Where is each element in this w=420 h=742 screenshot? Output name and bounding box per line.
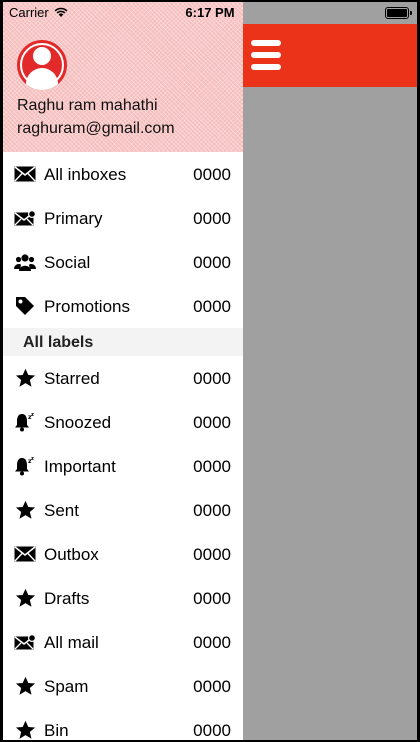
- menu-item-all-inboxes[interactable]: All inboxes 0000: [3, 152, 243, 196]
- menu-item-label: Primary: [44, 209, 103, 228]
- user-name: Raghu ram mahathi: [17, 97, 158, 114]
- status-bar: Carrier 6:17 PM: [3, 2, 417, 24]
- battery-icon: [385, 7, 412, 19]
- menu-item-count: 0000: [193, 297, 231, 316]
- menu-item-social[interactable]: Social 0000: [3, 240, 243, 284]
- menu-item-label: Starred: [44, 369, 100, 388]
- menu-item-spam[interactable]: Spam 0000: [3, 664, 243, 708]
- menu-item-outbox[interactable]: Outbox 0000: [3, 532, 243, 576]
- section-title: All labels: [23, 334, 94, 351]
- menu-item-starred[interactable]: Starred 0000: [3, 356, 243, 400]
- menu-item-count: 0000: [193, 589, 231, 608]
- menu-item-count: 0000: [193, 165, 231, 184]
- menu-item-bin[interactable]: Bin 0000: [3, 708, 243, 740]
- menu-item-drafts[interactable]: Drafts 0000: [3, 576, 243, 620]
- menu-item-all-mail[interactable]: All mail 0000: [3, 620, 243, 664]
- menu-item-label: All mail: [44, 633, 99, 652]
- menu-item-count: 0000: [193, 413, 231, 432]
- star-icon: [14, 720, 36, 740]
- user-email: raghuram@gmail.com: [17, 120, 175, 137]
- menu-item-count: 0000: [193, 721, 231, 740]
- menu-item-label: Snoozed: [44, 413, 112, 432]
- menu-item-label: Important: [44, 457, 116, 476]
- star-icon: [14, 588, 36, 608]
- section-header-all-labels: All labels: [3, 328, 243, 356]
- menu-item-label: Spam: [44, 677, 89, 696]
- menu-item-sent[interactable]: Sent 0000: [3, 488, 243, 532]
- menu-item-count: 0000: [193, 633, 231, 652]
- app-screen: Raghu ram mahathi raghuram@gmail.com All…: [3, 2, 417, 740]
- navigation-drawer: Raghu ram mahathi raghuram@gmail.com All…: [3, 2, 243, 740]
- envelope-icon: [14, 544, 36, 564]
- menu-item-count: 0000: [193, 253, 231, 272]
- menu-item-primary[interactable]: Primary 0000: [3, 196, 243, 240]
- snooze-bell-icon: zz: [14, 456, 36, 476]
- avatar[interactable]: [17, 40, 67, 90]
- hamburger-icon[interactable]: [251, 40, 283, 70]
- drawer-header: Raghu ram mahathi raghuram@gmail.com: [3, 2, 243, 152]
- menu-item-count: 0000: [193, 677, 231, 696]
- menu-item-label: Outbox: [44, 545, 99, 564]
- menu-item-count: 0000: [193, 545, 231, 564]
- star-icon: [14, 368, 36, 388]
- top-toolbar: [243, 24, 417, 87]
- menu-item-snoozed[interactable]: z z Snoozed 0000: [3, 400, 243, 444]
- star-icon: [14, 676, 36, 696]
- clock: 6:17 PM: [185, 5, 235, 20]
- envelope-badge-icon: [14, 632, 36, 652]
- star-icon: [14, 500, 36, 520]
- snooze-bell-icon: zz: [14, 412, 36, 432]
- menu-item-count: 0000: [193, 369, 231, 388]
- menu-item-label: Social: [44, 253, 91, 272]
- svg-text:z: z: [31, 412, 34, 418]
- menu-item-important[interactable]: z z Important 0000: [3, 444, 243, 488]
- menu-item-label: Drafts: [44, 589, 90, 608]
- menu-item-promotions[interactable]: Promotions 0000: [3, 284, 243, 328]
- menu-item-count: 0000: [193, 209, 231, 228]
- envelope-badge-icon: [14, 208, 36, 228]
- menu-item-label: Promotions: [44, 297, 130, 316]
- people-icon: [14, 252, 36, 272]
- menu-item-count: 0000: [193, 457, 231, 476]
- envelope-icon: [14, 164, 36, 184]
- menu-item-count: 0000: [193, 501, 231, 520]
- menu-item-label: All inboxes: [44, 165, 127, 184]
- svg-text:z: z: [31, 456, 34, 462]
- drawer-menu: All inboxes 0000 Primary 0000 Social 0000 Prom…: [3, 152, 243, 740]
- tag-icon: [14, 296, 36, 316]
- menu-item-label: Bin: [44, 721, 69, 740]
- menu-item-label: Sent: [44, 501, 79, 520]
